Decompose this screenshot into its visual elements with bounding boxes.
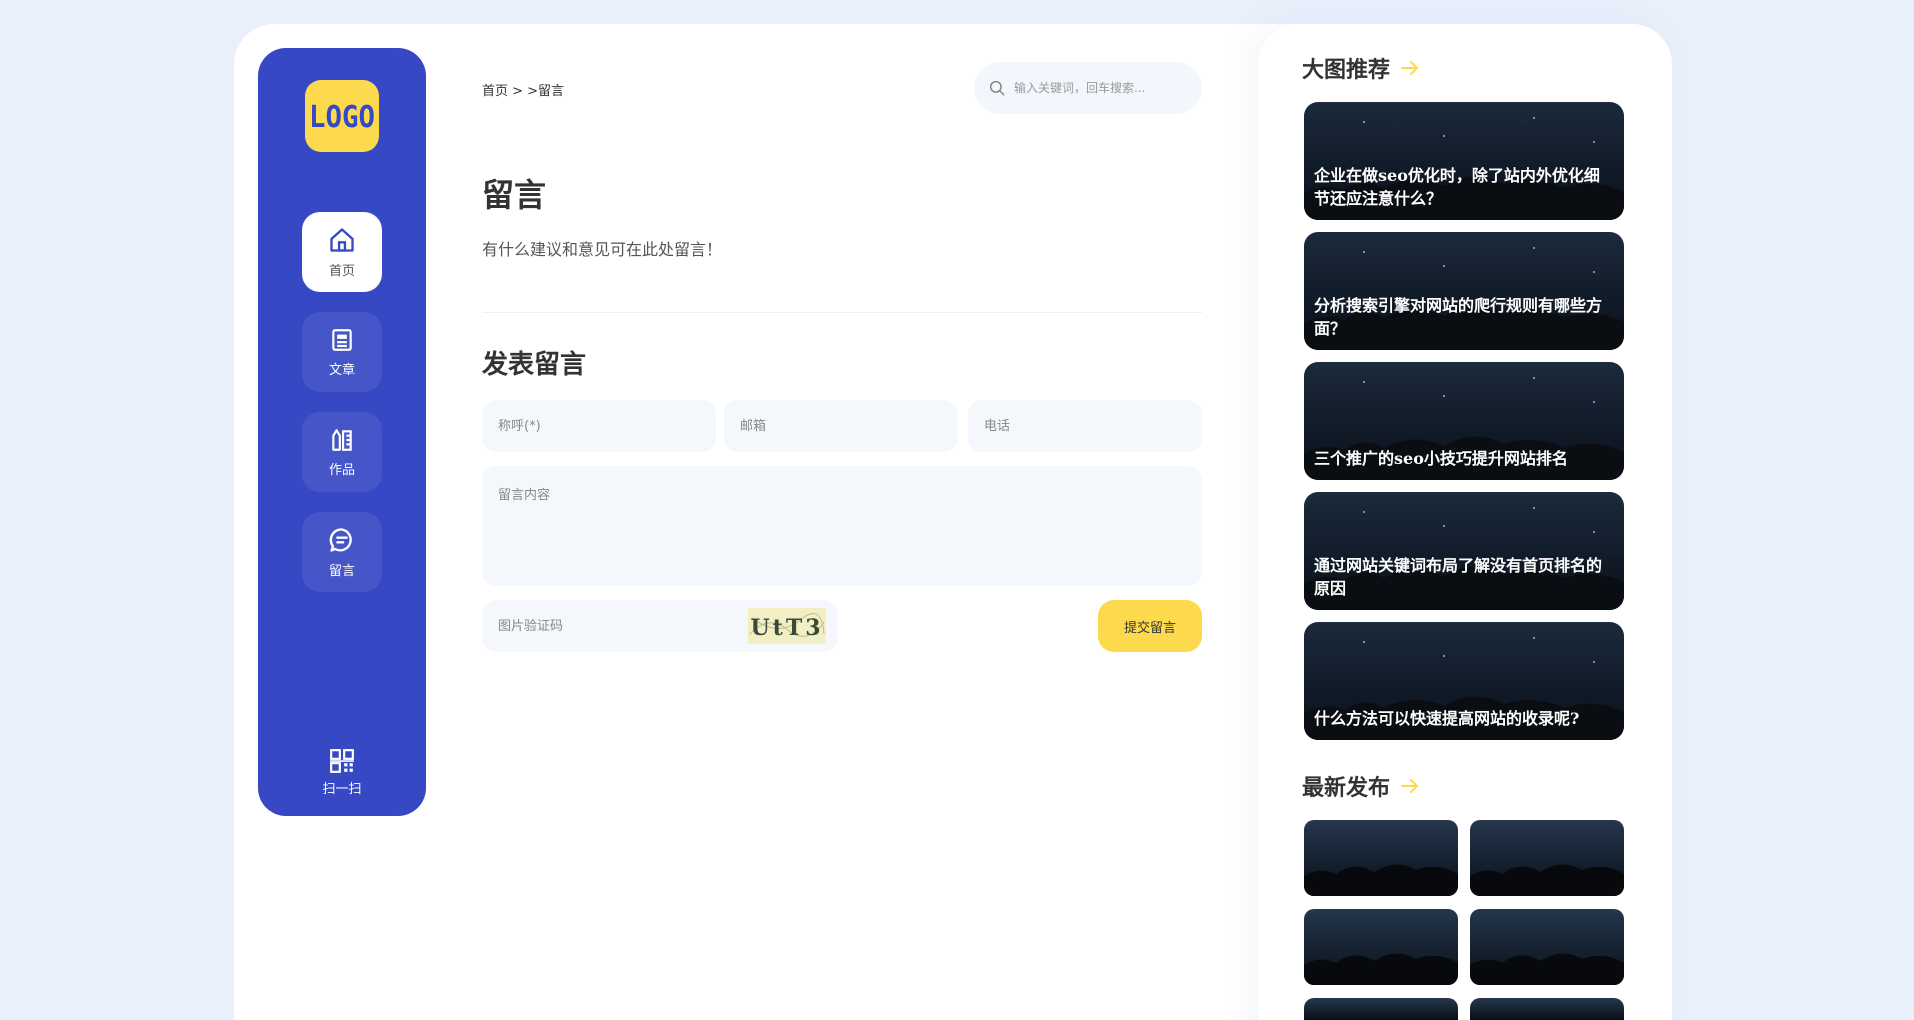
- search-input[interactable]: [1014, 81, 1184, 95]
- captcha-drawing: UtT3: [748, 608, 826, 644]
- latest-thumbnail[interactable]: [1304, 909, 1458, 985]
- sidebar-item-home[interactable]: 首页: [302, 212, 382, 292]
- featured-card[interactable]: 什么方法可以快速提高网站的收录呢?: [1304, 622, 1624, 740]
- sidebar-item-label: 首页: [328, 263, 355, 279]
- page-title: 留言: [482, 176, 547, 214]
- featured-section-title: 大图推荐: [1302, 52, 1420, 84]
- thumbnail-image: [1304, 953, 1458, 985]
- search-box[interactable]: [974, 62, 1202, 114]
- sidebar-item-label: 文章: [328, 362, 355, 378]
- arrow-right-icon[interactable]: [1400, 60, 1420, 76]
- scan-label: 扫一扫: [322, 782, 362, 797]
- page-description: 有什么建议和意见可在此处留言！: [482, 240, 723, 259]
- logo-mark: LOGO: [309, 100, 375, 134]
- name-field[interactable]: [482, 400, 716, 452]
- captcha-image[interactable]: UtT3: [748, 608, 826, 644]
- featured-card-title: 企业在做seo优化时，除了站内外优化细节还应注意什么？: [1314, 166, 1600, 208]
- thumbnail-image: [1304, 864, 1458, 896]
- sidebar-item-message[interactable]: 留言: [302, 512, 382, 592]
- latest-title-text: 最新发布: [1302, 776, 1391, 801]
- sidebar-item-works[interactable]: 作品: [302, 412, 382, 492]
- phone-field[interactable]: [968, 400, 1202, 452]
- latest-thumbnail[interactable]: [1304, 820, 1458, 896]
- featured-card-title: 三个推广的seo小技巧提升网站排名: [1314, 449, 1568, 468]
- featured-card-title: 什么方法可以快速提高网站的收录呢?: [1314, 709, 1580, 728]
- featured-card[interactable]: 企业在做seo优化时，除了站内外优化细节还应注意什么？: [1304, 102, 1624, 220]
- latest-section-title: 最新发布: [1302, 770, 1420, 802]
- featured-card-title: 分析搜索引擎对网站的爬行规则有哪些方面？: [1314, 296, 1603, 338]
- featured-card[interactable]: 通过网站关键词布局了解没有首页排名的原因: [1304, 492, 1624, 610]
- latest-thumbnail[interactable]: [1470, 998, 1624, 1020]
- message-icon: [329, 527, 352, 552]
- svg-text:LOGO: LOGO: [309, 100, 375, 134]
- sidebar-item-label: 留言: [328, 563, 355, 579]
- form-title: 发表留言: [482, 350, 587, 380]
- latest-thumbnail[interactable]: [1304, 998, 1458, 1020]
- message-textarea[interactable]: [482, 466, 1202, 586]
- arrow-right-icon[interactable]: [1400, 778, 1420, 794]
- article-icon: [332, 328, 352, 351]
- sidebar-item-label: 作品: [328, 462, 355, 478]
- email-field[interactable]: [724, 400, 958, 452]
- sidebar: LOGO 首页 文章 作品 留言 扫一扫: [258, 48, 426, 816]
- home-icon: [330, 227, 354, 252]
- featured-card[interactable]: 三个推广的seo小技巧提升网站排名: [1304, 362, 1624, 480]
- qr-code-icon: [330, 749, 354, 773]
- thumbnail-image: [1470, 864, 1624, 896]
- latest-thumbnail[interactable]: [1470, 909, 1624, 985]
- featured-title-text: 大图推荐: [1302, 58, 1391, 83]
- logo[interactable]: LOGO: [305, 80, 379, 152]
- works-icon: [332, 428, 352, 451]
- latest-thumbnail[interactable]: [1470, 820, 1624, 896]
- thumbnail-image: [1470, 953, 1624, 985]
- featured-card[interactable]: 分析搜索引擎对网站的爬行规则有哪些方面？: [1304, 232, 1624, 350]
- search-icon: [989, 80, 1005, 96]
- svg-text:UtT3: UtT3: [750, 615, 823, 641]
- featured-card-title: 通过网站关键词布局了解没有首页排名的原因: [1314, 556, 1603, 598]
- sidebar-item-article[interactable]: 文章: [302, 312, 382, 392]
- divider: [482, 312, 1202, 313]
- submit-button[interactable]: 提交留言: [1098, 600, 1202, 652]
- scan-qr[interactable]: 扫一扫: [302, 748, 382, 797]
- breadcrumb: 首页 > >留言: [482, 84, 565, 99]
